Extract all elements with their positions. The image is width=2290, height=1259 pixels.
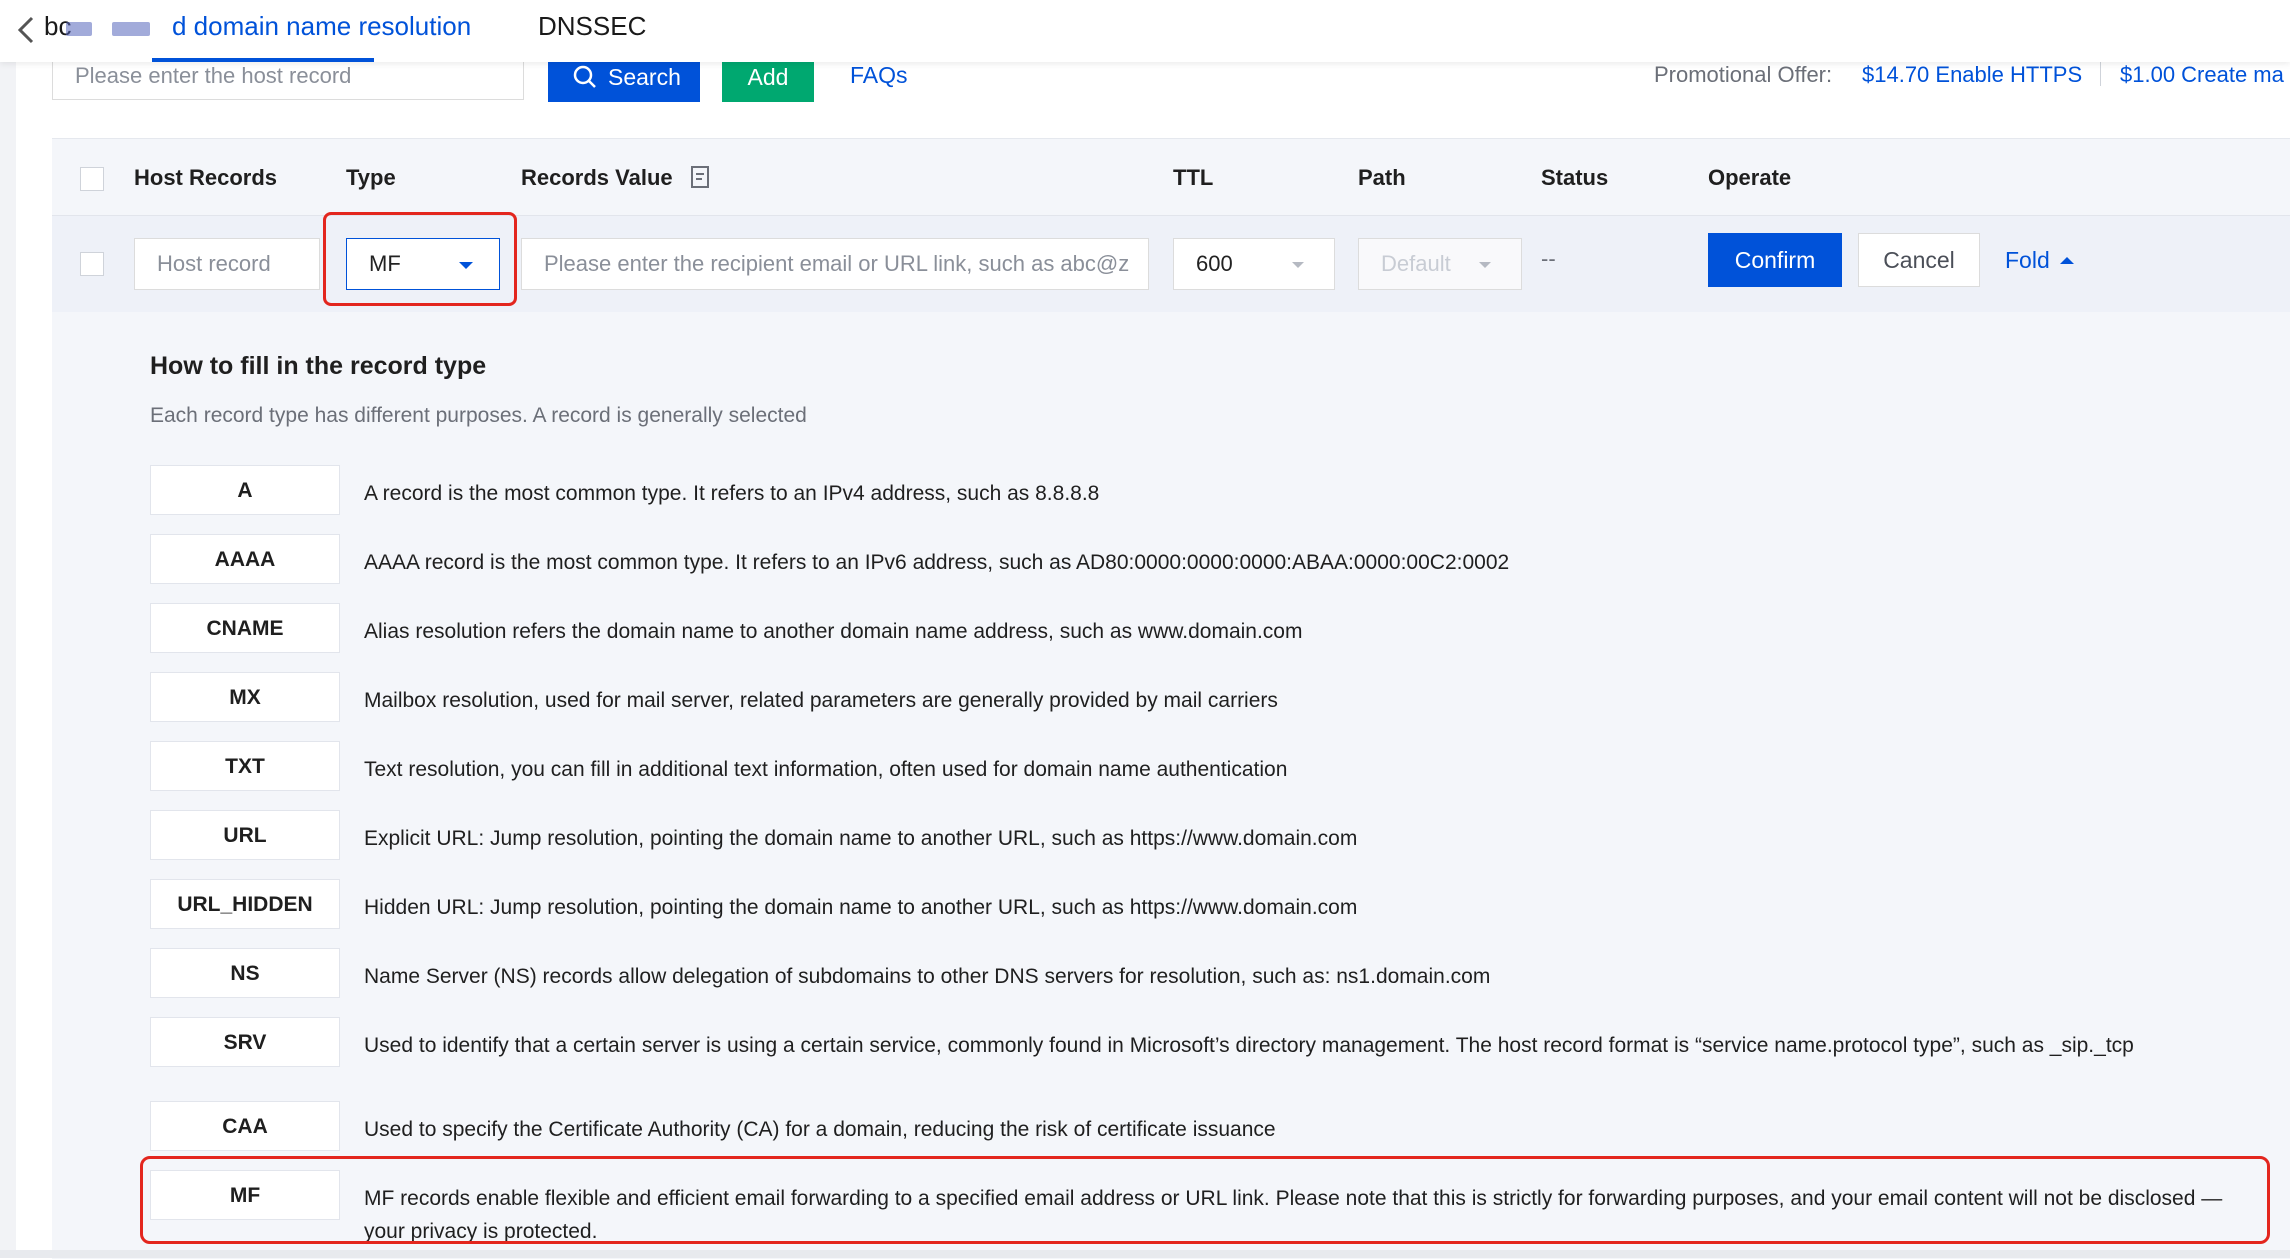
help-subtitle: Each record type has different purposes.… [150, 404, 807, 427]
record-type-description: Explicit URL: Jump resolution, pointing … [364, 827, 1358, 850]
chevron-down-icon [1292, 262, 1304, 268]
column-ttl: TTL [1173, 165, 1214, 190]
record-type-tag: NS [150, 948, 340, 998]
record-type-description: Alias resolution refers the domain name … [364, 620, 1303, 643]
record-type-description: Mailbox resolution, used for mail server… [364, 689, 1278, 712]
column-operate: Operate [1708, 165, 1792, 190]
record-type-tag: AAAA [150, 534, 340, 584]
record-type-value: MF [369, 251, 401, 276]
chevron-down-icon [1479, 262, 1491, 268]
tab-dnssec[interactable]: DNSSEC [538, 8, 646, 44]
search-icon [573, 65, 596, 88]
promo-label: Promotional Offer: [1654, 62, 1833, 87]
status-value: -- [1541, 246, 1556, 271]
record-type-description: MF records enable flexible and efficient… [364, 1187, 2223, 1243]
column-status: Status [1541, 165, 1609, 190]
path-select[interactable]: Default [1358, 238, 1522, 290]
tab-domain-name-resolution[interactable]: d domain name resolution [172, 8, 471, 44]
window-bottom-edge [0, 1250, 2290, 1258]
column-path: Path [1358, 165, 1406, 190]
record-type-select[interactable]: MF [346, 238, 500, 290]
search-button-label: Search [608, 64, 681, 90]
promo-create-mail-link[interactable]: $1.00 Create ma [2120, 62, 2284, 88]
fold-link[interactable]: Fold [2005, 247, 2050, 274]
record-type-description: A record is the most common type. It ref… [364, 482, 1100, 505]
redacted-text-block [112, 22, 150, 36]
record-type-tag: URL_HIDDEN [150, 879, 340, 929]
cancel-button[interactable]: Cancel [1858, 233, 1980, 287]
record-type-tag: SRV [150, 1017, 340, 1067]
record-type-tag: CAA [150, 1101, 340, 1151]
select-all-checkbox[interactable] [80, 167, 104, 191]
record-type-description: AAAA record is the most common type. It … [364, 551, 1510, 574]
ttl-select[interactable]: 600 [1173, 238, 1335, 290]
record-type-description: Name Server (NS) records allow delegatio… [364, 965, 1491, 988]
column-records-value: Records Value [521, 165, 673, 190]
record-type-tag: MF [150, 1170, 340, 1220]
record-value-input[interactable]: Please enter the recipient email or URL … [521, 238, 1149, 290]
record-type-tag: A [150, 465, 340, 515]
host-record-input[interactable]: Host record [134, 238, 320, 290]
ttl-value: 600 [1196, 251, 1233, 276]
chevron-up-icon [2060, 257, 2074, 264]
chevron-left-icon[interactable] [12, 12, 40, 48]
record-type-description: Hidden URL: Jump resolution, pointing th… [364, 896, 1358, 919]
active-tab-indicator [152, 58, 374, 62]
faqs-link[interactable]: FAQs [850, 62, 908, 89]
chevron-down-icon [459, 262, 473, 269]
row-checkbox[interactable] [80, 252, 104, 276]
record-type-tag: TXT [150, 741, 340, 791]
divider [2100, 60, 2101, 86]
record-type-tag: CNAME [150, 603, 340, 653]
path-value: Default [1381, 251, 1451, 276]
left-edge-panel [0, 62, 16, 1258]
record-type-description: Used to specify the Certificate Authorit… [364, 1118, 1276, 1141]
record-type-tag: URL [150, 810, 340, 860]
record-type-tag: MX [150, 672, 340, 722]
record-type-description: Used to identify that a certain server i… [364, 1034, 2134, 1057]
top-navigation-bar: bc d domain name resolution DNSSEC [0, 0, 2290, 62]
confirm-button[interactable]: Confirm [1708, 233, 1842, 287]
records-value-format-icon[interactable] [690, 165, 712, 189]
column-type: Type [346, 165, 396, 190]
promo-enable-https-link[interactable]: $14.70 Enable HTTPS [1862, 62, 2082, 88]
column-host-records: Host Records [134, 165, 278, 190]
redacted-text-block [66, 22, 92, 36]
help-title: How to fill in the record type [150, 352, 487, 380]
record-type-description: Text resolution, you can fill in additio… [364, 758, 1288, 781]
table-header-row: Host Records Type Records Value TTL Path… [52, 139, 2290, 216]
